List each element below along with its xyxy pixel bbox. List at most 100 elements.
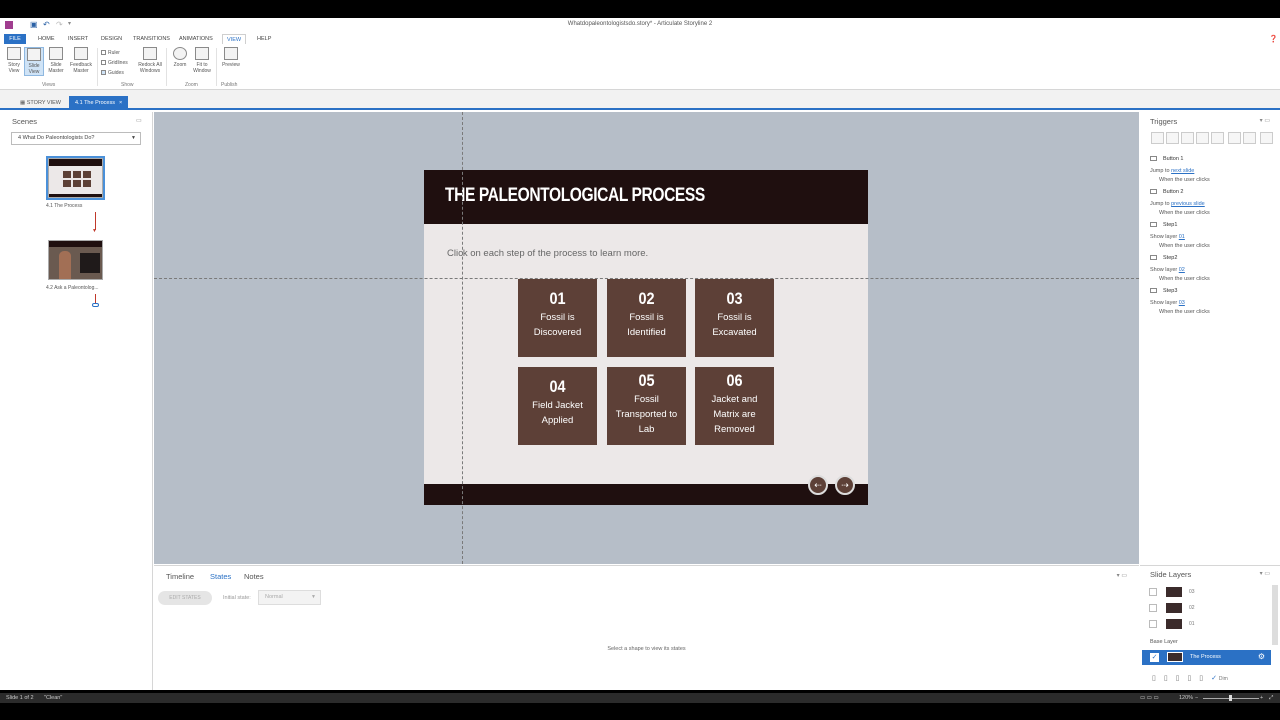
panel-options-icon[interactable]: ▾ ▭ bbox=[1260, 570, 1270, 577]
edit-trigger-icon[interactable] bbox=[1166, 132, 1179, 144]
step-number: 06 bbox=[726, 371, 743, 390]
feedback-master-icon bbox=[74, 47, 88, 60]
step-button-04[interactable]: 04 Field Jacket Applied bbox=[518, 367, 597, 445]
move-down-icon[interactable] bbox=[1243, 132, 1256, 144]
scene-dropdown[interactable]: 4 What Do Paleontologists Do? ▼ bbox=[11, 132, 141, 145]
slide-view-button[interactable]: Slide View bbox=[24, 47, 44, 76]
check-icon[interactable]: ✓ bbox=[1150, 653, 1159, 662]
tab-notes[interactable]: Notes bbox=[244, 572, 264, 581]
edit-states-button[interactable]: EDIT STATES bbox=[158, 591, 212, 605]
duplicate-layer-icon[interactable]: ▯ bbox=[1164, 675, 1168, 682]
delete-layer-icon[interactable]: ▯ bbox=[1199, 675, 1203, 682]
paste-trigger-icon[interactable] bbox=[1196, 132, 1209, 144]
trigger-action[interactable]: Jump to previous slide bbox=[1150, 201, 1205, 207]
fit-icon[interactable]: ⤢ bbox=[1269, 693, 1273, 703]
tab-story-view[interactable]: ▦ STORY VIEW bbox=[14, 96, 67, 110]
panel-options-icon[interactable]: ▾ ▭ bbox=[1260, 117, 1270, 124]
slide-thumbnail[interactable] bbox=[46, 156, 105, 200]
next-slide-button[interactable]: ⇢ bbox=[835, 475, 855, 495]
story-view-button[interactable]: Story View bbox=[4, 47, 24, 74]
base-layer-row[interactable]: ✓ The Process ⚙ bbox=[1142, 650, 1271, 665]
visibility-checkbox[interactable] bbox=[1149, 620, 1157, 628]
slide: THE PALEONTOLOGICAL PROCESS Click on eac… bbox=[424, 170, 868, 505]
horizontal-guide[interactable] bbox=[154, 278, 1139, 279]
step-button-02[interactable]: 02 Fossil is Identified bbox=[607, 279, 686, 357]
tab-view[interactable]: VIEW bbox=[222, 34, 247, 44]
feedback-master-button[interactable]: Feedback Master bbox=[68, 47, 94, 74]
trigger-group[interactable]: Step1 bbox=[1150, 222, 1177, 228]
zoom-slider-handle[interactable] bbox=[1229, 695, 1232, 701]
delete-trigger-icon[interactable] bbox=[1211, 132, 1224, 144]
close-tab-icon[interactable]: × bbox=[119, 100, 122, 106]
zoom-button[interactable]: Zoom bbox=[170, 47, 190, 68]
step-number: 05 bbox=[638, 371, 655, 390]
base-layer-label: Base Layer bbox=[1150, 639, 1178, 645]
tab-help[interactable]: HELP bbox=[253, 34, 275, 44]
slide-title[interactable]: THE PALEONTOLOGICAL PROCESS bbox=[445, 185, 705, 207]
vertical-guide[interactable] bbox=[462, 112, 463, 564]
tab-home[interactable]: HOME bbox=[34, 34, 59, 44]
dim-check-icon[interactable]: ✓ bbox=[1211, 675, 1217, 682]
step-button-06[interactable]: 06 Jacket and Matrix are Removed bbox=[695, 367, 774, 445]
trigger-group[interactable]: Button 2 bbox=[1150, 189, 1184, 195]
visibility-checkbox[interactable] bbox=[1149, 604, 1157, 612]
tab-transitions[interactable]: TRANSITIONS bbox=[129, 34, 174, 44]
trigger-action[interactable]: Show layer 02 bbox=[1150, 267, 1185, 273]
step-button-05[interactable]: 05 Fossil Transported to Lab bbox=[607, 367, 686, 445]
trigger-group[interactable]: Button 1 bbox=[1150, 156, 1184, 162]
step-label: Fossil is Excavated bbox=[712, 312, 757, 338]
zoom-in-icon[interactable]: + bbox=[1260, 693, 1263, 703]
group-divider bbox=[97, 48, 98, 86]
step-button-01[interactable]: 01 Fossil is Discovered bbox=[518, 279, 597, 357]
zoom-out-icon[interactable]: − bbox=[1195, 693, 1198, 703]
magnifier-icon bbox=[173, 47, 187, 60]
tab-timeline[interactable]: Timeline bbox=[166, 572, 194, 581]
new-trigger-icon[interactable] bbox=[1151, 132, 1164, 144]
tab-file[interactable]: FILE bbox=[4, 34, 26, 44]
slide-instruction[interactable]: Click on each step of the process to lea… bbox=[447, 248, 648, 259]
guides-checkbox[interactable]: Guides bbox=[101, 70, 124, 76]
initial-state-label: Initial state: bbox=[223, 595, 251, 601]
help-icon[interactable]: ❓ bbox=[1269, 35, 1278, 43]
tab-insert[interactable]: INSERT bbox=[64, 34, 92, 44]
tab-current-slide[interactable]: 4.1 The Process × bbox=[69, 96, 129, 110]
gridlines-checkbox[interactable]: Gridlines bbox=[101, 60, 128, 66]
initial-state-dropdown[interactable]: Normal ▼ bbox=[258, 590, 321, 605]
ribbon-tabs: FILE HOME INSERT DESIGN TRANSITIONS ANIM… bbox=[0, 34, 1280, 44]
copy-layer-icon[interactable]: ▯ bbox=[1176, 675, 1180, 682]
fit-to-window-button[interactable]: Fit to Window bbox=[191, 47, 213, 74]
story-view-tab-icon: ▦ bbox=[20, 100, 27, 106]
ruler-checkbox[interactable]: Ruler bbox=[101, 50, 120, 56]
trigger-group[interactable]: Step3 bbox=[1150, 288, 1177, 294]
trigger-action[interactable]: Show layer 01 bbox=[1150, 234, 1185, 240]
trigger-group[interactable]: Step2 bbox=[1150, 255, 1177, 261]
layer-toolbar: ▯ ▯ ▯ ▯ ▯ ✓ Dim bbox=[1152, 674, 1228, 682]
panel-pin-icon[interactable]: ▭ bbox=[136, 117, 142, 124]
trigger-options-icon[interactable] bbox=[1260, 132, 1273, 144]
new-layer-icon[interactable]: ▯ bbox=[1152, 675, 1156, 682]
tab-design[interactable]: DESIGN bbox=[97, 34, 126, 44]
layers-scrollbar[interactable] bbox=[1272, 585, 1278, 645]
view-mode-icons[interactable]: ▭ ▭ ▭ bbox=[1140, 693, 1159, 703]
slide-master-button[interactable]: Slide Master bbox=[46, 47, 66, 74]
paste-layer-icon[interactable]: ▯ bbox=[1187, 675, 1191, 682]
trigger-action[interactable]: Show layer 03 bbox=[1150, 300, 1185, 306]
panel-options-icon[interactable]: ▾ ▭ bbox=[1117, 572, 1127, 579]
slide-thumbnail-label: 4.1 The Process bbox=[46, 203, 83, 209]
preview-icon bbox=[224, 47, 238, 60]
copy-trigger-icon[interactable] bbox=[1181, 132, 1194, 144]
preview-button[interactable]: Preview bbox=[220, 47, 242, 68]
prev-slide-button[interactable]: ⇠ bbox=[808, 475, 828, 495]
trigger-action[interactable]: Jump to next slide bbox=[1150, 168, 1194, 174]
slide-layers-title: Slide Layers bbox=[1150, 570, 1192, 579]
visibility-checkbox[interactable] bbox=[1149, 588, 1157, 596]
redock-all-windows-button[interactable]: Redock All Windows bbox=[136, 47, 164, 74]
tab-states[interactable]: States bbox=[210, 572, 231, 581]
step-label: Field Jacket Applied bbox=[532, 400, 583, 426]
slide-thumbnail[interactable] bbox=[48, 240, 103, 280]
slide-canvas[interactable]: THE PALEONTOLOGICAL PROCESS Click on eac… bbox=[154, 112, 1139, 564]
gear-icon[interactable]: ⚙ bbox=[1258, 652, 1265, 661]
step-button-03[interactable]: 03 Fossil is Excavated bbox=[695, 279, 774, 357]
tab-animations[interactable]: ANIMATIONS bbox=[175, 34, 217, 44]
move-up-icon[interactable] bbox=[1228, 132, 1241, 144]
